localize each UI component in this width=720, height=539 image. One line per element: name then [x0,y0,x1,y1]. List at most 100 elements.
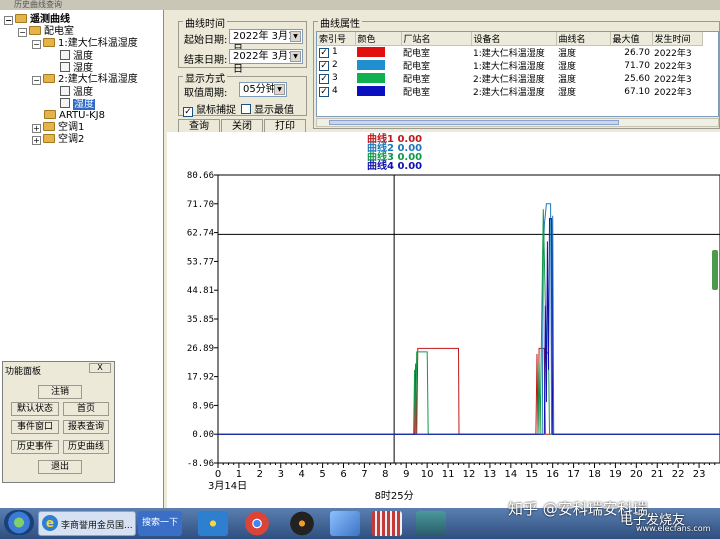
y-tick-label: 44.81 [187,286,214,296]
ie-pinned-icon[interactable] [198,511,228,536]
taskbar: e 李商誉用金员国... 搜索一下 知乎 @安科瑞安科瑞 电子发烧友 www.e… [0,500,720,539]
x-tick-label: 0 [215,469,221,480]
x-axis-label: 8时25分 [375,490,414,502]
x-tick-label: 19 [609,469,622,480]
close-icon[interactable]: X [89,363,111,373]
curve-icon [60,50,70,60]
drawing-tool-icon[interactable] [330,511,360,536]
folder-icon [15,14,27,23]
y-tick-label: 8.96 [192,401,214,411]
tree-node-room[interactable]: − 配电室 [18,26,74,38]
monitor-app-icon[interactable] [416,511,446,536]
tree-node-ac2[interactable]: + 空调2 [32,134,84,146]
history-event-button[interactable]: 历史事件 [11,440,59,454]
horizontal-scrollbar[interactable] [316,118,719,127]
table-row[interactable]: ✓ 3 配电室 2:建大仁科温湿度 温度 25.60 2022年3 [317,72,702,85]
mouse-capture-checkbox[interactable]: ✓ 鼠标捕捉 [183,101,236,117]
tree-node-device1[interactable]: −1:建大仁科温湿度 [32,38,138,50]
start-windows-icon[interactable] [4,510,34,535]
color-swatch[interactable] [357,72,385,83]
history-chart[interactable]: 曲线1 0.00 曲线2 0.00 曲线3 0.00 曲线4 0.00 80.66 71… [167,132,720,508]
x-tick-label: 18 [588,469,601,480]
history-curve-button[interactable]: 历史曲线 [63,440,109,454]
y-tick-label: 17.92 [187,373,214,383]
x-tick-label: 6 [340,469,346,480]
chart-scroll-handle[interactable] [712,250,718,290]
tree-node-device2[interactable]: −2:建大仁科温湿度 [32,74,138,86]
media-player-icon[interactable] [287,511,317,536]
home-button[interactable]: 首页 [63,402,109,416]
default-state-button[interactable]: 默认状态 [11,402,59,416]
collapse-icon[interactable]: − [18,28,27,37]
app-icon[interactable] [372,511,402,536]
tree-node-humid1[interactable]: 湿度 [60,62,93,74]
checkmark-icon[interactable]: ✓ [183,107,193,117]
y-tick-label: 71.70 [187,200,214,210]
cell-time: 2022年3 [654,88,692,98]
table-row[interactable]: ✓ 2 配电室 1:建大仁科温湿度 湿度 71.70 2022年3 [317,59,702,72]
cell-device: 1:建大仁科温湿度 [473,62,545,72]
tree-node-root[interactable]: − 遥测曲线 [4,14,70,26]
tree-node-temp2[interactable]: 温度 [60,86,93,98]
cell-station: 配电室 [403,75,431,85]
dropdown-arrow-icon[interactable]: ▼ [290,51,301,62]
curve-props-table[interactable]: 索引号 颜色 厂站名 设备名 曲线名 最大值 发生时间 ✓ 1 配电室 1:建大仁科温湿度 温度 26… [316,31,719,117]
cell-station: 配电室 [403,62,431,72]
column-header[interactable]: 曲线名 [556,32,611,46]
expand-icon[interactable]: + [32,136,41,145]
column-header[interactable]: 索引号 [317,32,356,46]
display-mode-group: 显示方式 取值周期: 05分钟 ▼ ✓ 鼠标捕捉 显示最值 [178,70,307,117]
period-select[interactable]: 05分钟 ▼ [239,82,287,97]
chart-svg[interactable]: 80.66 71.70 62.74 53.77 44.81 35.85 26.89 17.92… [167,132,720,508]
event-window-button[interactable]: 事件窗口 [11,420,59,434]
exit-button[interactable]: 退出 [38,460,82,474]
table-row[interactable]: ✓ 1 配电室 1:建大仁科温湿度 温度 26.70 2022年3 [317,46,702,59]
expand-icon[interactable]: + [32,124,41,133]
ie-icon: e [42,515,58,531]
collapse-icon[interactable]: − [4,16,13,25]
color-swatch[interactable] [357,46,385,57]
column-header[interactable]: 厂站名 [401,32,472,46]
column-header[interactable]: 最大值 [610,32,653,46]
x-tick-label: 11 [442,469,455,480]
x-tick-label: 20 [630,469,643,480]
column-header[interactable]: 颜色 [355,32,402,46]
y-tick-label: -8.96 [187,459,214,469]
color-swatch[interactable] [357,85,385,96]
end-date-picker[interactable]: 2022年 3月14日 ▼ [229,49,303,75]
collapse-icon[interactable]: − [32,40,41,49]
show-extreme-checkbox[interactable]: 显示最值 [241,101,294,116]
tree-node-ac1[interactable]: + 空调1 [32,122,84,134]
report-query-button[interactable]: 报表查询 [63,420,109,434]
checkmark-icon[interactable]: ✓ [319,61,329,71]
y-tick-label: 53.77 [187,257,214,267]
checkmark-icon[interactable]: ✓ [319,74,329,84]
collapse-icon[interactable]: − [32,76,41,85]
search-button[interactable]: 搜索一下 [138,511,182,536]
plot-area[interactable] [217,174,720,464]
logout-button[interactable]: 注销 [38,385,82,399]
checkmark-icon[interactable]: ✓ [319,87,329,97]
table-row[interactable]: ✓ 4 配电室 2:建大仁科温湿度 湿度 67.10 2022年3 [317,85,702,98]
checkbox-icon[interactable] [241,104,251,114]
cell-time: 2022年3 [654,62,692,72]
color-swatch[interactable] [357,59,385,70]
period-label: 取值周期: [184,88,228,99]
table-header: 索引号 颜色 厂站名 设备名 曲线名 最大值 发生时间 [317,32,703,46]
dropdown-arrow-icon[interactable]: ▼ [290,31,301,42]
tree-node-artu[interactable]: ARTU-KJ8 [32,110,105,122]
x-tick-label: 17 [567,469,580,480]
start-date-picker[interactable]: 2022年 3月14日▼ [229,29,303,55]
column-header[interactable]: 设备名 [471,32,557,46]
taskbar-ie-window[interactable]: e 李商誉用金员国... [38,511,136,536]
dropdown-arrow-icon[interactable]: ▼ [274,84,285,95]
curve-icon [60,62,70,72]
tree-node-temp1[interactable]: 温度 [60,50,93,62]
column-header[interactable]: 发生时间 [652,32,703,46]
x-tick-label: 22 [672,469,685,480]
checkmark-icon[interactable]: ✓ [319,48,329,58]
chrome-icon[interactable] [242,511,272,536]
tree-node-humid2[interactable]: 湿度 [60,98,95,110]
x-tick-label: 9 [403,469,409,480]
scrollbar-thumb[interactable] [329,120,619,125]
